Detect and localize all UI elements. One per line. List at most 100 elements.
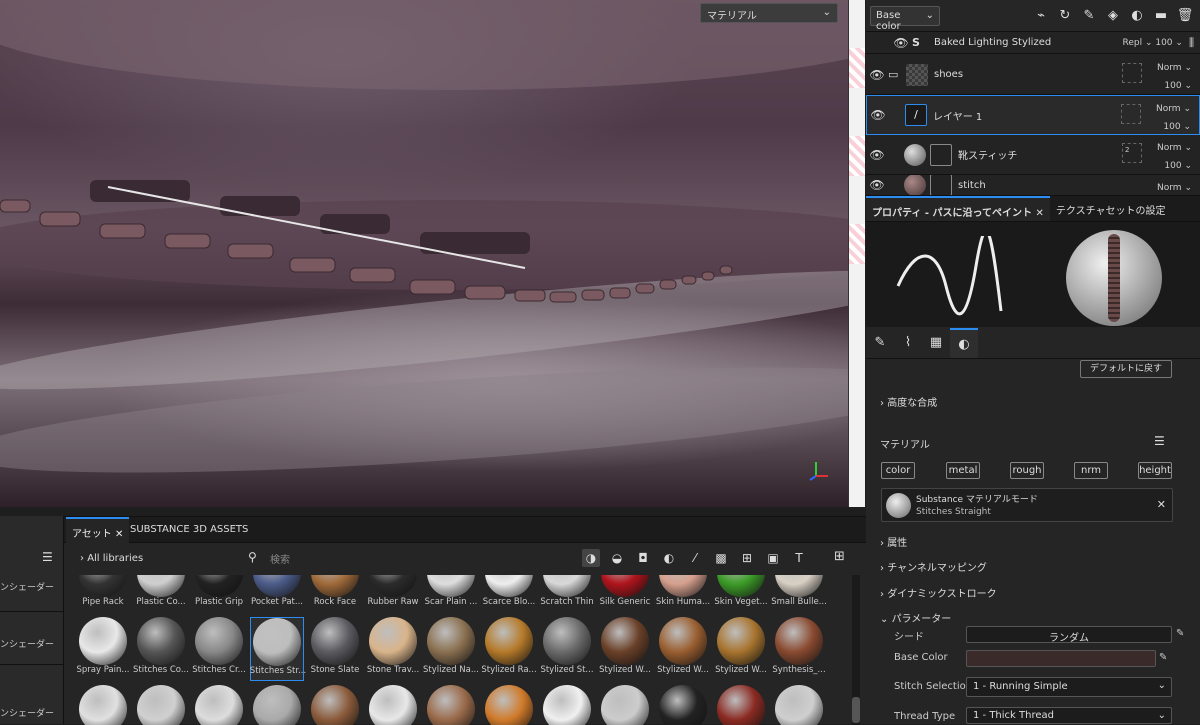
- stencil-tab-icon[interactable]: ▦: [922, 328, 950, 358]
- asset-tile[interactable]: [482, 685, 536, 725]
- search-input[interactable]: 検索: [270, 551, 570, 567]
- close-icon[interactable]: ✕: [1036, 208, 1044, 219]
- mask-slot[interactable]: [1122, 63, 1142, 83]
- base-color-swatch[interactable]: [966, 650, 1156, 667]
- close-icon[interactable]: ✕: [1157, 498, 1166, 511]
- mask-slot[interactable]: [1121, 104, 1141, 124]
- tab-texture-set[interactable]: テクスチャセットの設定: [1050, 196, 1172, 221]
- asset-tile[interactable]: [656, 685, 710, 725]
- blend-mode[interactable]: Repl: [1122, 38, 1142, 48]
- layer-row[interactable]: 👁 ▭ shoes Norm ⌄ 100 ⌄: [866, 55, 1200, 95]
- material-tab-icon[interactable]: ◐: [950, 327, 978, 358]
- blend-mode[interactable]: Norm: [1157, 143, 1182, 153]
- section-advanced[interactable]: › 高度な合成: [880, 394, 937, 409]
- asset-tile[interactable]: Silk Generic: [598, 575, 652, 613]
- asset-tile[interactable]: Stone Trav...: [366, 617, 420, 681]
- 3d-viewport[interactable]: マテリアル ⌄: [0, 0, 848, 507]
- eyedropper-icon[interactable]: ✎: [1159, 652, 1167, 663]
- eye-icon[interactable]: 👁: [890, 36, 912, 50]
- image-filter-icon[interactable]: ▣: [764, 549, 782, 567]
- channel-select[interactable]: Base color ⌄: [870, 5, 940, 32]
- asset-tile[interactable]: Rock Face: [308, 575, 362, 613]
- folder-icon[interactable]: ▬: [1152, 7, 1170, 25]
- opacity-value[interactable]: 100: [1164, 161, 1181, 171]
- mask-slot[interactable]: 2: [1122, 143, 1142, 163]
- asset-tile[interactable]: Stitches Str...: [250, 617, 306, 681]
- asset-tile[interactable]: [772, 685, 826, 725]
- asset-tile[interactable]: Scratch Thin: [540, 575, 594, 613]
- asset-tile[interactable]: Pocket Pat...: [250, 575, 304, 613]
- texture-filter-icon[interactable]: ▩: [712, 549, 730, 567]
- asset-tile[interactable]: Stylized W...: [656, 617, 710, 681]
- asset-tile[interactable]: Spray Pain...: [76, 617, 130, 681]
- blend-mode[interactable]: Norm: [1157, 183, 1182, 193]
- fill-icon[interactable]: ◈: [1104, 7, 1122, 25]
- asset-tile[interactable]: Stylized W...: [598, 617, 652, 681]
- pen-icon[interactable]: ✎: [1176, 628, 1184, 639]
- blend-mode[interactable]: Norm: [1157, 63, 1182, 73]
- layer-row-selected[interactable]: 👁 / レイヤー 1 Norm ⌄ 100 ⌄: [866, 95, 1200, 135]
- delete-icon[interactable]: 🗑: [1176, 7, 1194, 25]
- material-slot[interactable]: Substance マテリアルモード Stitches Straight ✕: [881, 488, 1173, 522]
- opacity-value[interactable]: 100: [1164, 81, 1181, 91]
- opacity-value[interactable]: 100: [1163, 122, 1180, 132]
- asset-tile[interactable]: Stylized Ra...: [481, 617, 537, 681]
- material-filter-icon[interactable]: ◑: [582, 549, 600, 567]
- mask-icon[interactable]: ◐: [1128, 7, 1146, 25]
- drag-handle-icon[interactable]: ⫼: [1189, 36, 1194, 50]
- eye-icon[interactable]: 👁: [866, 148, 888, 162]
- brush-icon[interactable]: ⌁: [1032, 7, 1050, 25]
- channel-toggle-height[interactable]: height: [1138, 462, 1172, 479]
- tab-assets[interactable]: アセット ✕: [66, 517, 130, 543]
- close-icon[interactable]: ✕: [115, 529, 123, 540]
- asset-tile[interactable]: Skin Huma...: [656, 575, 710, 613]
- channel-toggle-nrm[interactable]: nrm: [1074, 462, 1108, 479]
- asset-tile[interactable]: Small Bulle...: [771, 575, 827, 613]
- material-mode-dropdown[interactable]: マテリアル ⌄: [700, 3, 838, 23]
- asset-tile[interactable]: [598, 685, 652, 725]
- text-filter-icon[interactable]: T: [790, 549, 808, 567]
- asset-tile[interactable]: [76, 685, 130, 725]
- library-selector[interactable]: › All libraries: [80, 553, 143, 564]
- mask-filter-icon[interactable]: ◘: [634, 549, 652, 567]
- layer-row[interactable]: 👁 S Baked Lighting Stylized Repl ⌄ 100 ⌄…: [866, 32, 1200, 54]
- layer-row[interactable]: 👁 stitch Norm ⌄: [866, 175, 1200, 196]
- stitch-selection-dropdown[interactable]: 1 - Running Simple ⌄: [966, 677, 1172, 697]
- pen-icon[interactable]: ✎: [1080, 7, 1098, 25]
- asset-tile[interactable]: Stylized St...: [540, 617, 594, 681]
- grid-view-icon[interactable]: ⊞: [834, 549, 845, 564]
- section-parameters[interactable]: ⌄ パラメーター: [880, 610, 951, 625]
- asset-tile[interactable]: [308, 685, 362, 725]
- section-attributes[interactable]: › 属性: [880, 534, 907, 549]
- asset-tile[interactable]: Stylized Na...: [423, 617, 479, 681]
- alpha-tab-icon[interactable]: ⌇: [894, 328, 922, 358]
- eye-icon[interactable]: 👁: [866, 68, 888, 82]
- tab-properties[interactable]: プロパティ - パスに沿ってペイント ✕: [866, 196, 1050, 221]
- asset-tile[interactable]: [250, 685, 304, 725]
- asset-tile[interactable]: [540, 685, 594, 725]
- eye-icon[interactable]: 👁: [867, 108, 889, 122]
- asset-tile[interactable]: Stone Slate: [308, 617, 362, 681]
- blend-mode[interactable]: Norm: [1156, 104, 1181, 114]
- channel-toggle-color[interactable]: color: [881, 462, 915, 479]
- asset-tile[interactable]: Stitches Co...: [133, 617, 189, 681]
- asset-tile[interactable]: Synthesis_...: [772, 617, 826, 681]
- asset-tile[interactable]: Stylized W...: [714, 617, 768, 681]
- asset-tile[interactable]: [366, 685, 420, 725]
- smart-material-filter-icon[interactable]: ◒: [608, 549, 626, 567]
- asset-tile[interactable]: Skin Veget...: [714, 575, 768, 613]
- scrollbar[interactable]: [852, 575, 860, 725]
- channel-toggle-rough[interactable]: rough: [1010, 462, 1044, 479]
- asset-tile[interactable]: Scarce Blo...: [482, 575, 536, 613]
- asset-tile[interactable]: [192, 685, 246, 725]
- section-channel-mapping[interactable]: › チャンネルマッピング: [880, 559, 987, 574]
- grid-filter-icon[interactable]: ⊞: [738, 549, 756, 567]
- channel-toggle-metal[interactable]: metal: [946, 462, 980, 479]
- seed-field[interactable]: ランダム: [966, 626, 1172, 644]
- asset-tile[interactable]: Plastic Grip: [192, 575, 246, 613]
- section-dynamic-stroke[interactable]: › ダイナミックストローク: [880, 585, 997, 600]
- menu-icon[interactable]: ☰: [42, 550, 53, 564]
- smudge-icon[interactable]: ↻: [1056, 7, 1074, 25]
- shelf-item[interactable]: ンシェーダー: [0, 613, 64, 665]
- asset-tile[interactable]: Stitches Cr...: [192, 617, 246, 681]
